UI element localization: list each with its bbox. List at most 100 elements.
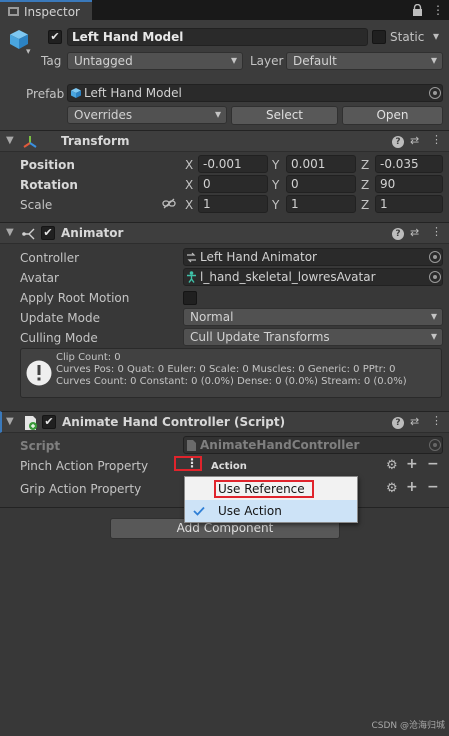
update-mode-label: Update Mode xyxy=(20,311,100,325)
property-options-popup: Use Reference Use Action xyxy=(184,476,358,523)
animator-icon xyxy=(22,228,35,240)
scale-y-input[interactable]: 1 xyxy=(286,195,356,213)
update-mode-dropdown[interactable]: Normal xyxy=(183,308,443,326)
info-line: Clip Count: 0 xyxy=(56,352,121,363)
position-y-label[interactable]: Y xyxy=(272,158,279,172)
presets-icon[interactable]: ⇄ xyxy=(410,226,419,239)
culling-mode-dropdown[interactable]: Cull Update Transforms xyxy=(183,328,443,346)
gameobject-name-input[interactable]: Left Hand Model xyxy=(67,28,368,46)
prefab-value: Left Hand Model xyxy=(84,86,182,100)
rotation-y-input[interactable]: 0 xyxy=(286,175,356,193)
scale-z-input[interactable]: 1 xyxy=(375,195,443,213)
object-picker-icon[interactable] xyxy=(429,271,441,283)
avatar-icon xyxy=(187,271,196,283)
use-reference-label: Use Reference xyxy=(218,482,305,496)
info-icon xyxy=(26,360,52,386)
help-icon[interactable]: ? xyxy=(392,228,404,240)
inspector-tab[interactable]: Inspector xyxy=(0,0,92,20)
prefab-cube-icon xyxy=(71,88,81,98)
options-menu-icon[interactable]: ⋮ xyxy=(186,456,198,470)
presets-icon[interactable]: ⇄ xyxy=(410,415,419,428)
select-button[interactable]: Select xyxy=(231,106,338,125)
tag-dropdown[interactable]: Untagged xyxy=(67,52,243,70)
transform-icon xyxy=(23,136,37,148)
position-z-label[interactable]: Z xyxy=(361,158,369,172)
avatar-label: Avatar xyxy=(20,271,59,285)
script-icon xyxy=(25,416,37,430)
foldout-icon[interactable]: ▼ xyxy=(6,227,14,238)
remove-binding-icon[interactable]: − xyxy=(427,456,439,472)
watermark: CSDN @沧海归城 xyxy=(371,721,445,731)
static-checkbox[interactable] xyxy=(372,30,386,44)
script-component-title: Animate Hand Controller (Script) xyxy=(62,415,286,429)
inspector-tab-label: Inspector xyxy=(24,5,80,19)
settings-gear-icon[interactable]: ⚙ xyxy=(386,481,398,496)
overrides-dropdown[interactable]: Overrides xyxy=(67,106,227,124)
layer-label: Layer xyxy=(250,54,284,68)
avatar-value: l_hand_skeletal_lowresAvatar xyxy=(200,270,376,284)
position-z-input[interactable]: -0.035 xyxy=(375,155,443,173)
position-x-label[interactable]: X xyxy=(185,158,193,172)
apply-root-motion-checkbox[interactable] xyxy=(183,291,197,305)
scale-x-input[interactable]: 1 xyxy=(198,195,268,213)
static-label: Static xyxy=(390,30,425,44)
component-menu-icon[interactable]: ⋮ xyxy=(431,225,442,238)
scale-z-label[interactable]: Z xyxy=(361,198,369,212)
lock-icon[interactable] xyxy=(412,4,423,16)
avatar-field[interactable]: l_hand_skeletal_lowresAvatar xyxy=(183,268,443,286)
icon-dropdown-icon[interactable]: ▾ xyxy=(26,47,31,57)
more-menu-icon[interactable]: ⋮ xyxy=(432,3,444,17)
animator-header[interactable]: ▼ ✔ Animator ? ⇄ ⋮ xyxy=(0,222,449,244)
checkmark-icon xyxy=(193,506,205,516)
pinch-action-label: Pinch Action Property xyxy=(20,459,149,473)
rotation-y-label[interactable]: Y xyxy=(272,178,279,192)
foldout-icon[interactable]: ▼ xyxy=(6,135,14,146)
settings-gear-icon[interactable]: ⚙ xyxy=(386,458,398,473)
controller-label: Controller xyxy=(20,251,80,265)
rotation-x-label[interactable]: X xyxy=(185,178,193,192)
add-binding-icon[interactable]: + xyxy=(406,456,418,472)
prefab-field[interactable]: Left Hand Model xyxy=(67,84,443,102)
script-component-header[interactable]: ▼ ✔ Animate Hand Controller (Script) ? ⇄… xyxy=(0,411,449,433)
object-picker-icon[interactable] xyxy=(429,87,441,99)
use-reference-item[interactable]: Use Reference xyxy=(185,478,357,500)
scale-link-icon[interactable] xyxy=(162,198,176,209)
static-dropdown-icon[interactable]: ▾ xyxy=(433,29,439,43)
presets-icon[interactable]: ⇄ xyxy=(410,134,419,147)
apply-root-motion-label: Apply Root Motion xyxy=(20,291,130,305)
rotation-z-input[interactable]: 90 xyxy=(375,175,443,193)
rotation-x-input[interactable]: 0 xyxy=(198,175,268,193)
position-y-input[interactable]: 0.001 xyxy=(286,155,356,173)
controller-value: Left Hand Animator xyxy=(200,250,317,264)
script-enabled-checkbox[interactable]: ✔ xyxy=(42,415,56,429)
use-action-item[interactable]: Use Action xyxy=(185,500,357,522)
layer-dropdown[interactable]: Default xyxy=(286,52,443,70)
add-binding-icon[interactable]: + xyxy=(406,479,418,495)
transform-title: Transform xyxy=(61,134,130,148)
position-x-input[interactable]: -0.001 xyxy=(198,155,268,173)
script-value: AnimateHandController xyxy=(200,438,360,452)
transform-header[interactable]: ▼ Transform ? ⇄ ⋮ xyxy=(0,130,449,152)
remove-binding-icon[interactable]: − xyxy=(427,479,439,495)
active-checkbox[interactable]: ✔ xyxy=(48,30,62,44)
scale-y-label[interactable]: Y xyxy=(272,198,279,212)
rotation-z-label[interactable]: Z xyxy=(361,178,369,192)
component-menu-icon[interactable]: ⋮ xyxy=(431,133,442,146)
component-menu-icon[interactable]: ⋮ xyxy=(431,414,442,427)
animator-info-box: Clip Count: 0 Curves Pos: 0 Quat: 0 Eule… xyxy=(20,348,442,398)
info-line: Curves Count: 0 Constant: 0 (0.0%) Dense… xyxy=(56,376,407,387)
open-button[interactable]: Open xyxy=(342,106,443,125)
script-file-icon xyxy=(187,440,196,451)
script-label: Script xyxy=(20,439,61,453)
help-icon[interactable]: ? xyxy=(392,136,404,148)
inspector-icon xyxy=(8,7,19,16)
animator-enabled-checkbox[interactable]: ✔ xyxy=(41,226,55,240)
controller-field[interactable]: Left Hand Animator xyxy=(183,248,443,266)
pinch-action-value: Action xyxy=(211,461,247,472)
foldout-icon[interactable]: ▼ xyxy=(6,416,14,427)
help-icon[interactable]: ? xyxy=(392,417,404,429)
use-action-label: Use Action xyxy=(218,504,282,518)
object-picker-icon xyxy=(429,439,441,451)
object-picker-icon[interactable] xyxy=(429,251,441,263)
scale-x-label[interactable]: X xyxy=(185,198,193,212)
